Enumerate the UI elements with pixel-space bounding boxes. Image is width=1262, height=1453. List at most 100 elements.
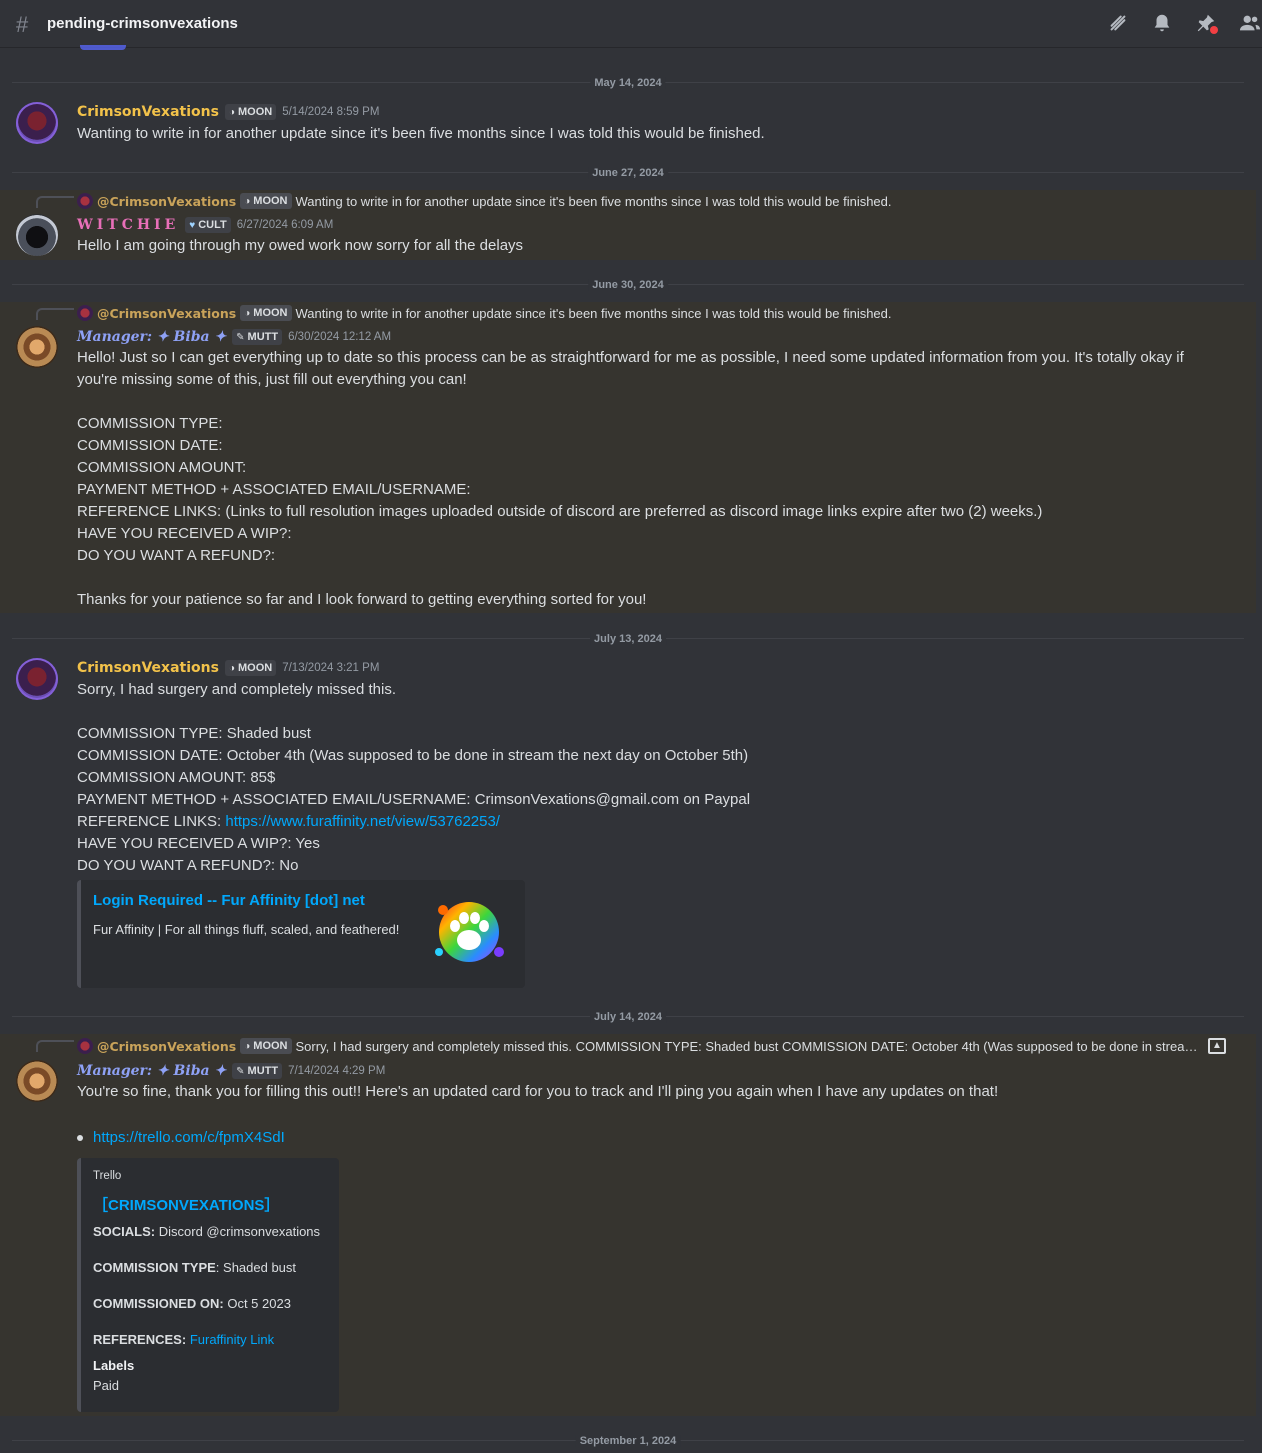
unread-dot [1210, 26, 1218, 34]
commission-type-line: COMMISSION TYPE: Shaded bust [93, 1260, 296, 1275]
message-4: CrimsonVexations ◑ MOON 7/13/2024 3:21 PM… [0, 648, 1256, 993]
reply-avatar [77, 305, 93, 321]
message-header: WITCHIE ♥ CULT 6/27/2024 6:09 AM [77, 215, 333, 235]
members-icon[interactable] [1238, 12, 1262, 36]
trello-link[interactable]: https://trello.com/c/fpmX4SdI [93, 1129, 285, 1146]
bell-icon[interactable] [1150, 12, 1174, 36]
message-header: CrimsonVexations ◑ MOON 5/14/2024 8:59 PM [77, 102, 379, 122]
syringe-icon: ✎ [236, 331, 245, 343]
pin-icon[interactable] [1194, 12, 1218, 36]
reply-role-tag: ◑ MOON [240, 305, 292, 321]
role-tag-label: MOON [237, 662, 273, 674]
syringe-icon: ✎ [236, 1065, 245, 1077]
embed-title[interactable]: ［CRIMSONVEXATIONS］ [93, 1194, 279, 1215]
message-body: Sorry, I had surgery and completely miss… [77, 681, 751, 808]
moon-icon: ◑ [244, 1040, 251, 1052]
avatar[interactable] [16, 214, 58, 256]
username[interactable]: Manager: ✦ Biba ✦ [77, 1063, 226, 1079]
moon-icon: ◑ [228, 662, 235, 674]
reply-preview[interactable]: @CrimsonVexations ◑ MOON Wanting to write… [77, 193, 892, 209]
message-1: CrimsonVexations ◑ MOON 5/14/2024 8:59 PM… [0, 92, 1256, 152]
embed-title[interactable]: Login Required -- Fur Affinity [dot] net [93, 892, 365, 909]
message-header: Manager: ✦ Biba ✦ ✎ MUTT 7/14/2024 4:29 P… [77, 1061, 385, 1081]
header-toolbar [1106, 12, 1262, 36]
date-divider-label: June 27, 2024 [588, 167, 668, 179]
socials-label: SOCIALS: [93, 1224, 156, 1239]
message-header: Manager: ✦ Biba ✦ ✎ MUTT 6/30/2024 12:12 … [77, 327, 391, 347]
list-item: https://trello.com/c/fpmX4SdI [77, 1129, 285, 1146]
trello-embed: Trello ［CRIMSONVEXATIONS］ SOCIALS: Disco… [77, 1158, 339, 1412]
avatar[interactable] [16, 326, 58, 368]
role-tag: ♥ CULT [185, 217, 231, 233]
message-body: Hello! Just so I can get everything up t… [77, 349, 1184, 608]
furaffinity-link[interactable]: https://www.furaffinity.net/view/5376225… [225, 813, 500, 830]
commission-type-value: : Shaded bust [215, 1260, 297, 1275]
message-body: You're so fine, thank you for filling th… [77, 1083, 999, 1100]
message-body: Hello I am going through my owed work no… [77, 237, 524, 254]
role-tag: ◑ MOON [224, 104, 277, 120]
reference-links-label: REFERENCE LINKS: [77, 813, 226, 830]
timestamp: 7/13/2024 3:21 PM [282, 662, 380, 674]
reply-username[interactable]: @CrimsonVexations [97, 194, 236, 209]
references-label: REFERENCES: [93, 1332, 187, 1347]
date-divider-label: July 14, 2024 [590, 1011, 666, 1023]
channel-title: pending-crimsonvexations [47, 15, 238, 32]
avatar[interactable] [16, 1060, 58, 1102]
commissioned-on-label: COMMISSIONED ON: [93, 1296, 224, 1311]
reply-role-tag: ◑ MOON [240, 1038, 292, 1054]
date-divider-label: July 13, 2024 [590, 633, 666, 645]
link-embed: Login Required -- Fur Affinity [dot] net… [77, 880, 525, 988]
username[interactable]: WITCHIE [77, 217, 179, 233]
date-divider: June 30, 2024 [12, 279, 1244, 291]
message-2: @CrimsonVexations ◑ MOON Wanting to write… [0, 190, 1256, 260]
date-divider: June 27, 2024 [12, 167, 1244, 179]
moon-icon: ◑ [228, 106, 235, 118]
reply-spine [36, 1040, 74, 1052]
message-3: @CrimsonVexations ◑ MOON Wanting to write… [0, 302, 1256, 613]
reply-preview[interactable]: @CrimsonVexations ◑ MOON Wanting to write… [77, 305, 892, 321]
username[interactable]: CrimsonVexations [77, 104, 219, 120]
reply-preview[interactable]: @CrimsonVexations ◑ MOON Sorry, I had sur… [77, 1038, 1201, 1054]
avatar[interactable] [16, 658, 58, 700]
date-divider: September 1, 2024 [12, 1435, 1244, 1447]
reply-spine [36, 196, 74, 208]
avatar[interactable] [16, 102, 58, 144]
reply-role-tag-label: MOON [253, 1040, 288, 1052]
commission-type-label: COMMISSION TYPE [93, 1260, 216, 1275]
embed-description: Fur Affinity | For all things fluff, sca… [93, 922, 400, 937]
username[interactable]: CrimsonVexations [77, 660, 219, 676]
reply-text: Sorry, I had surgery and completely miss… [295, 1038, 1201, 1054]
timestamp: 6/30/2024 12:12 AM [288, 331, 392, 343]
commissioned-on-value: Oct 5 2023 [223, 1296, 291, 1311]
reply-text: Wanting to write in for another update s… [295, 193, 892, 209]
date-divider: July 13, 2024 [12, 633, 1244, 645]
timestamp: 7/14/2024 4:29 PM [288, 1065, 386, 1077]
reply-avatar [77, 193, 93, 209]
moon-icon: ◑ [244, 195, 251, 207]
reply-username[interactable]: @CrimsonVexations [97, 1039, 236, 1054]
scroll-stub [80, 45, 126, 50]
reply-role-tag-label: MOON [253, 307, 288, 319]
role-tag: ✎ MUTT [232, 329, 283, 345]
message-body: Wanting to write in for another update s… [77, 125, 765, 142]
furaffinity-link[interactable]: Furaffinity Link [190, 1332, 274, 1347]
reply-text: Wanting to write in for another update s… [295, 305, 892, 321]
date-divider: July 14, 2024 [12, 1011, 1244, 1023]
moon-icon: ◑ [244, 307, 251, 319]
reply-avatar [77, 1038, 93, 1054]
socials-value: Discord @crimsonvexations [155, 1224, 321, 1239]
role-tag: ◑ MOON [224, 660, 277, 676]
embed-provider[interactable]: Trello [93, 1170, 121, 1182]
reply-username[interactable]: @CrimsonVexations [97, 306, 236, 321]
date-divider-label: June 30, 2024 [588, 279, 668, 291]
furaffinity-paw-icon [435, 902, 504, 962]
timestamp: 5/14/2024 8:59 PM [282, 106, 380, 118]
image-attachment-icon: ▲ [1208, 1038, 1226, 1054]
username[interactable]: Manager: ✦ Biba ✦ [77, 329, 226, 345]
commissioned-on-line: COMMISSIONED ON: Oct 5 2023 [93, 1296, 291, 1311]
threads-icon[interactable] [1106, 12, 1130, 36]
role-tag-label: MUTT [247, 331, 279, 343]
channel-header: # pending-crimsonvexations [0, 0, 1262, 50]
date-divider-label: September 1, 2024 [575, 1435, 681, 1447]
role-tag-label: CULT [198, 219, 227, 231]
